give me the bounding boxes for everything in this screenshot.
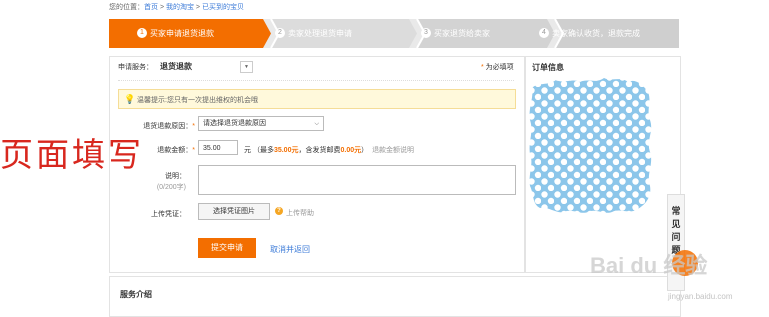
- service-intro-panel: [109, 276, 681, 317]
- breadcrumb-link-bought[interactable]: 已买到的宝贝: [202, 4, 244, 11]
- description-textarea[interactable]: [198, 165, 516, 195]
- order-info-title: 订单信息: [532, 63, 564, 72]
- help-icon[interactable]: ?: [275, 207, 283, 215]
- amount-input[interactable]: 35.00: [198, 140, 238, 155]
- breadcrumb-prefix: 您的位置：: [109, 4, 144, 11]
- progress-steps: 1 买家申请退货退款 2 卖家处理退货申请 3 买家退货给卖家 4 卖家确认收货，退款完…: [109, 19, 679, 48]
- lightbulb-icon: 💡: [124, 94, 136, 104]
- cancel-return-link[interactable]: 取消并返回: [270, 244, 310, 255]
- step-3: 3 买家退货给卖家: [421, 19, 490, 48]
- baidu-watermark-url: jingyan.baidu.com: [668, 292, 733, 301]
- breadcrumb: 您的位置：首页 > 我的淘宝 > 已买到的宝贝: [109, 4, 244, 11]
- handwritten-annotation: 页面填写: [0, 135, 144, 174]
- upload-help-link[interactable]: 上传帮助: [286, 208, 314, 218]
- step-4: 4 卖家确认收货，退款完成: [539, 19, 640, 48]
- step-2: 2 卖家处理退货申请: [275, 19, 352, 48]
- required-note: * 为必填项: [481, 64, 514, 71]
- service-label: 申请服务：: [118, 64, 153, 71]
- choose-evidence-button[interactable]: 选择凭证图片: [198, 203, 270, 220]
- divider: [118, 80, 514, 81]
- baidu-watermark: Bai du 经验: [590, 253, 708, 278]
- submit-button[interactable]: 提交申请: [198, 238, 256, 258]
- desc-counter: (0/200字): [156, 184, 186, 191]
- upload-label: 上传凭证：: [151, 211, 186, 218]
- tip-banner: 💡 温馨提示:您只有一次提出维权的机会哦: [118, 89, 516, 109]
- redacted-order-image: [529, 78, 652, 213]
- chevron-down-icon: ⌵: [314, 121, 319, 127]
- service-dropdown-button[interactable]: ▼: [240, 61, 253, 73]
- reason-select[interactable]: 请选择退货退款原因 ⌵: [198, 116, 324, 131]
- service-intro-title: 服务介绍: [120, 290, 152, 299]
- breadcrumb-link-my-taobao[interactable]: 我的淘宝: [166, 4, 194, 11]
- step-1-active: 1 买家申请退货退款: [137, 19, 214, 48]
- amount-help-link[interactable]: 退款金额说明: [372, 147, 414, 154]
- service-value: 退货退款: [160, 62, 192, 71]
- amount-hint: 元 （最多35.00元，含发货邮费0.00元） 退款金额说明: [244, 147, 415, 154]
- breadcrumb-link-home[interactable]: 首页: [144, 4, 158, 11]
